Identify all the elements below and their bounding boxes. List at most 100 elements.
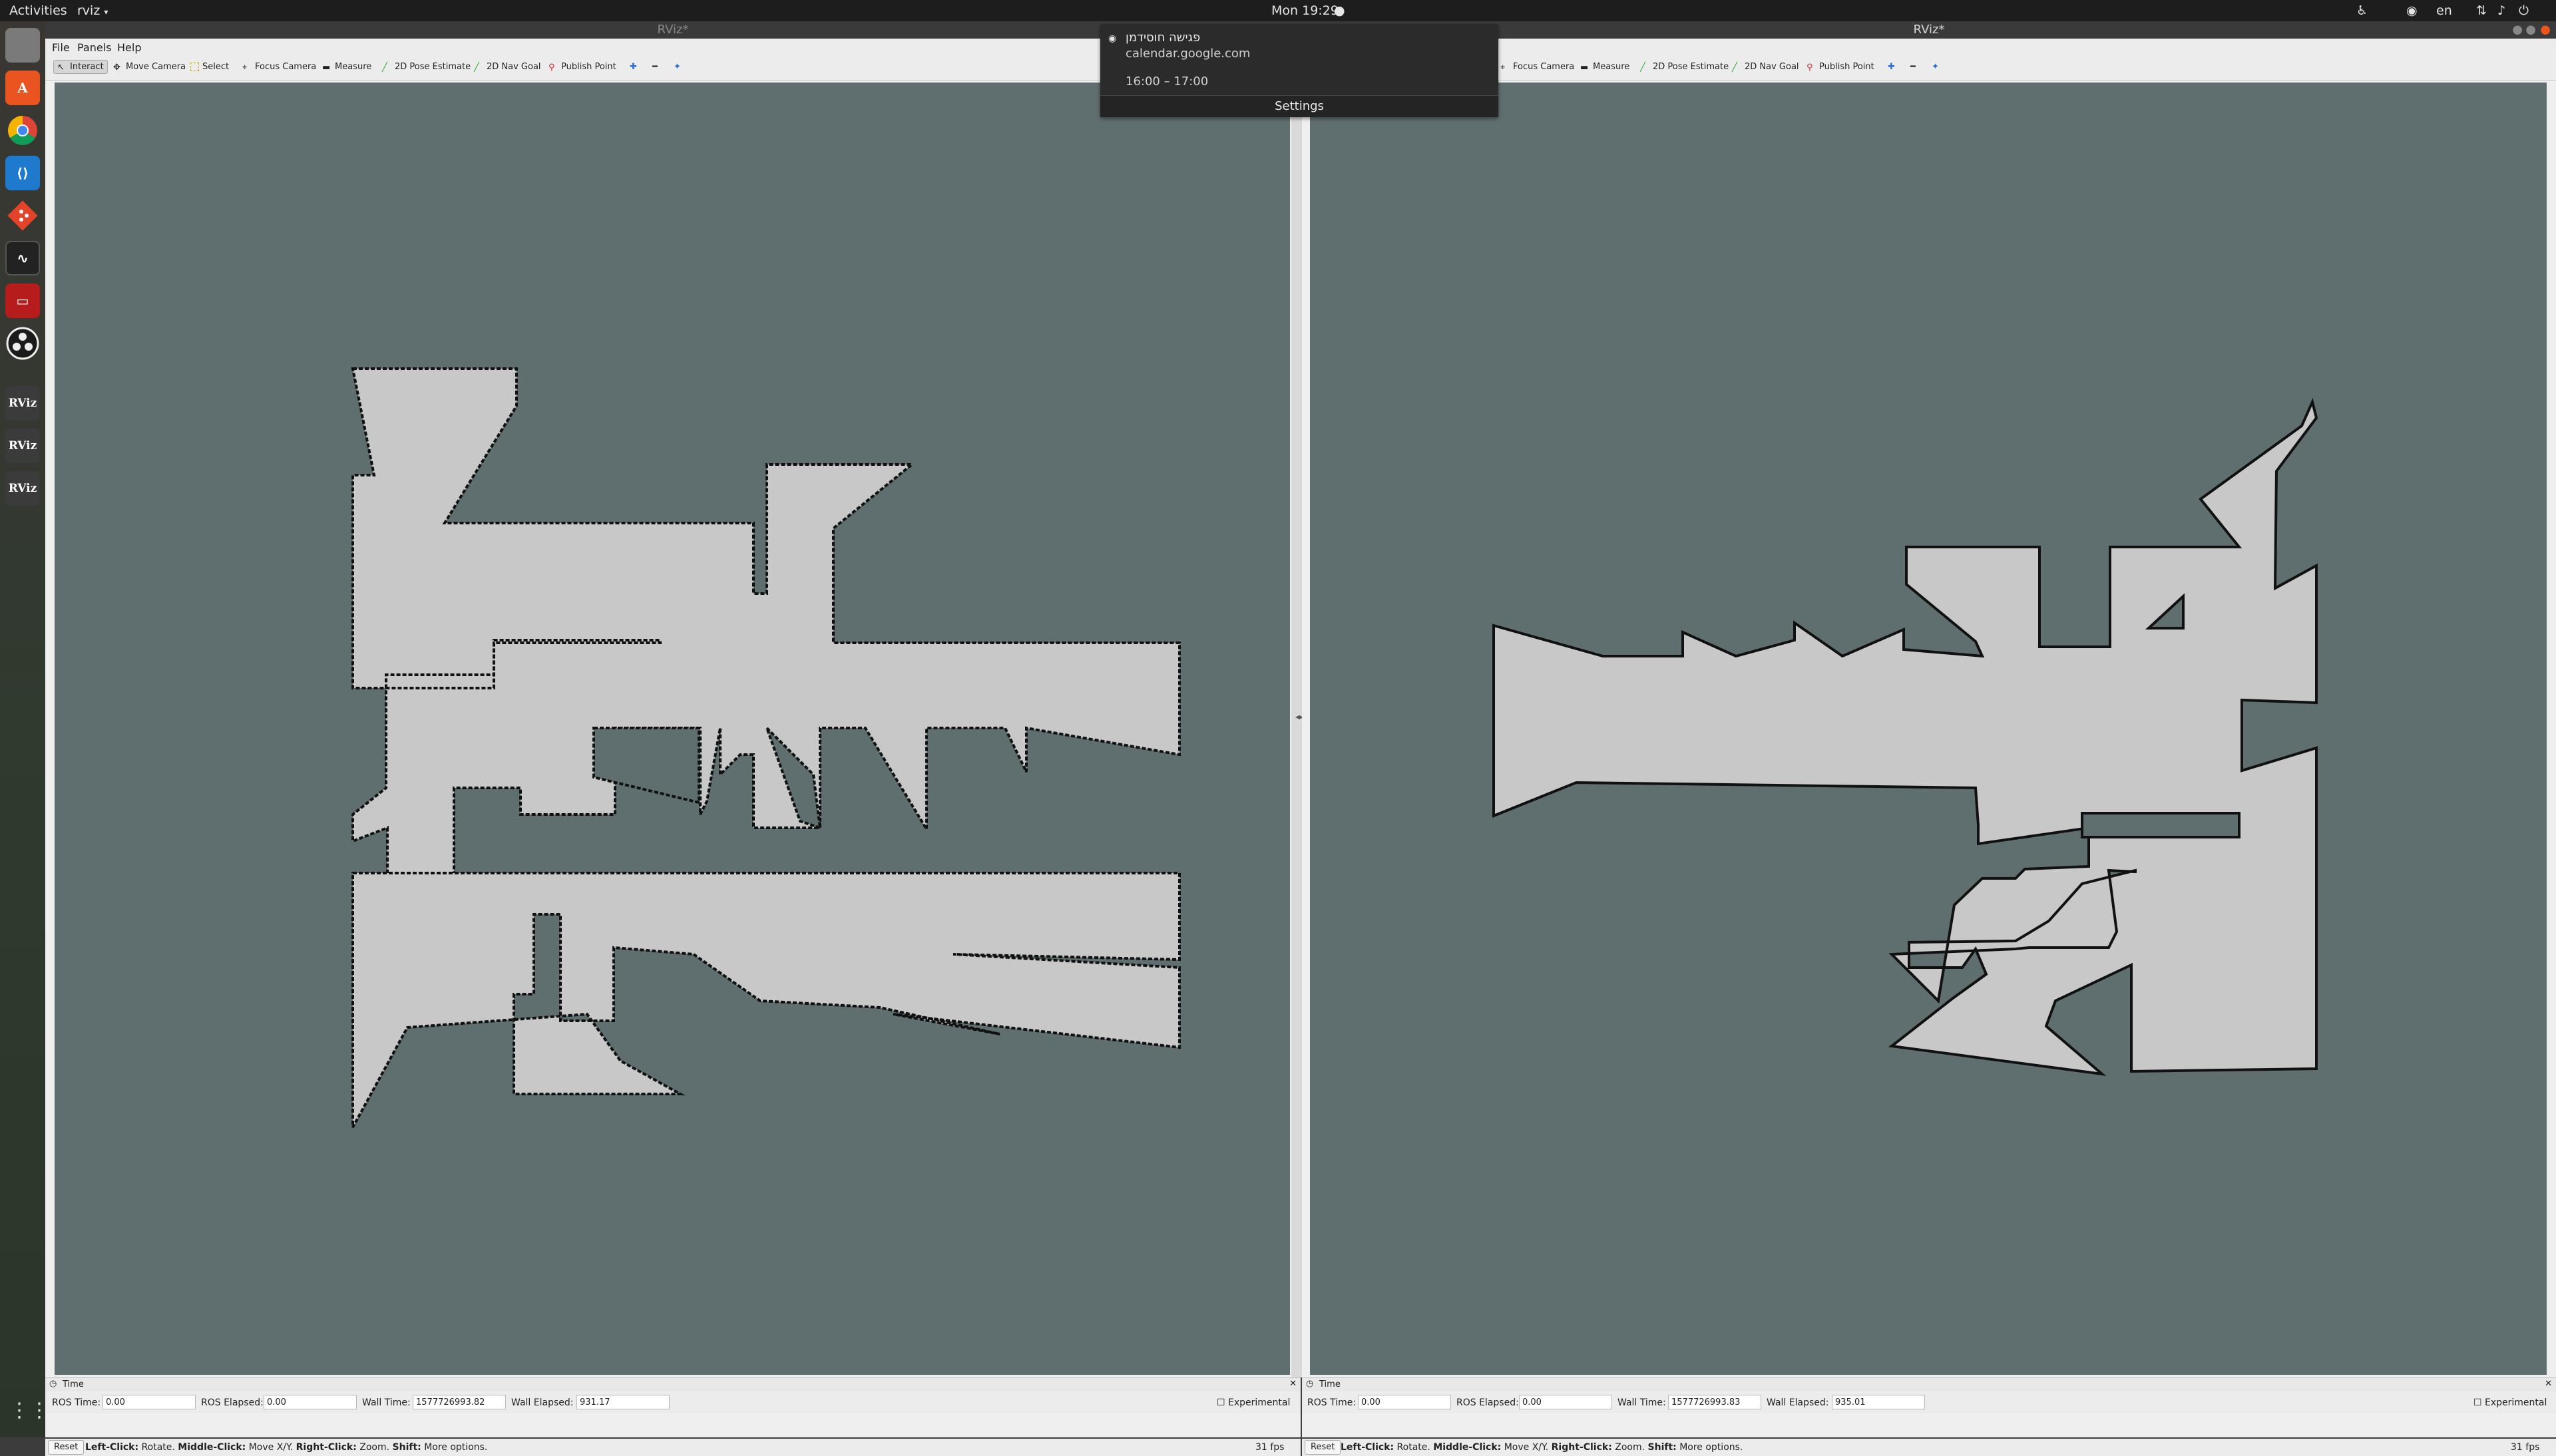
rviz-icon[interactable]: RViz [5,386,40,421]
wall-time-field[interactable]: 1577726993.83 [1668,1395,1761,1409]
tool-options-button[interactable]: ✦ [1932,62,1939,72]
experimental-checkbox[interactable]: ☐ Experimental [2473,1397,2547,1408]
obs-icon[interactable] [5,326,40,361]
ruler-icon: ▬ [322,62,331,73]
fps-counter: 31 fps [2511,1442,2540,1453]
software-center-icon[interactable]: A [5,71,40,105]
power-icon[interactable]: ⏻ [2519,3,2529,18]
focus-camera-tool-button[interactable]: ⌖ Focus Camera [1500,62,1574,73]
minimize-icon[interactable]: ● [2512,21,2523,39]
add-tool-button[interactable]: ✚ [1888,62,1895,72]
notification-dot-icon: ● [1334,3,1345,18]
time-status-row: ROS Time: 0.00 ROS Elapsed: 0.00 Wall Ti… [1302,1392,2556,1413]
interaction-hint: Left-Click: Rotate. Middle-Click: Move X… [1341,1442,1743,1453]
wall-elapsed-field[interactable]: 931.17 [576,1395,670,1409]
close-icon[interactable]: ✕ [2545,1379,2552,1389]
chrome-logo [8,116,37,145]
wall-elapsed-field[interactable]: 935.01 [1832,1395,1925,1409]
green-arrow-icon: ╱ [382,62,387,73]
terminal-red-icon[interactable]: ▭ [5,283,40,318]
git-logo [7,200,38,231]
pose-estimate-tool-button[interactable]: ╱ 2D Pose Estimate [1640,62,1729,73]
crosshair-icon: ⌖ [242,62,248,73]
clock[interactable]: Mon 19:29 [1271,3,1339,18]
menu-file[interactable]: File [52,41,70,54]
system-monitor-icon[interactable]: ∿ [5,241,40,275]
ros-time-field[interactable]: 0.00 [103,1395,196,1409]
gnome-top-bar: Activities rviz ▾ Mon 19:29 ● ♿ ◉ en ⇅ ♪… [0,0,2556,21]
render-view-right[interactable] [1310,83,2547,1375]
reset-button[interactable]: Reset [48,1440,85,1455]
dock: A ⟨⟩ ∿ ▭ RViz RViz RViz ⋮⋮ [0,21,49,1437]
publish-point-tool-button[interactable]: ⚲ Publish Point [1807,62,1874,73]
rviz-window-left: RViz* File Panels Help ↖ Interact ✥ Move C… [45,21,1301,1456]
files-icon[interactable] [5,28,40,63]
rviz-icon[interactable]: RViz [5,471,40,506]
nav-goal-tool-button[interactable]: ╱ 2D Nav Goal [474,62,541,73]
show-applications-icon[interactable]: ⋮⋮ [9,1399,49,1422]
reset-button[interactable]: Reset [1305,1440,1341,1455]
close-icon[interactable]: ● [2540,21,2551,39]
map-region [351,872,1181,1128]
ros-elapsed-field[interactable]: 0.00 [1519,1395,1612,1409]
wall-elapsed-label: Wall Elapsed: [511,1397,574,1408]
notification-settings-button[interactable]: Settings [1100,95,1498,117]
notification-source: calendar.google.com [1126,47,1251,61]
pose-estimate-tool-button[interactable]: ╱ 2D Pose Estimate [382,62,471,73]
publish-point-tool-button[interactable]: ⚲ Publish Point [548,62,616,73]
experimental-checkbox[interactable]: ☐ Experimental [1217,1397,1290,1408]
tool-options-icon: ✦ [1932,62,1939,72]
git-icon[interactable] [5,198,40,233]
obs-tray-icon[interactable]: ◉ [2406,3,2418,18]
activities-button[interactable]: Activities [9,3,67,18]
time-panel-title: Time [1319,1379,1341,1389]
ros-time-label: ROS Time: [1307,1397,1357,1408]
minus-icon: ━ [652,62,658,72]
vscode-icon[interactable]: ⟨⟩ [5,156,40,190]
cursor-icon: ↖ [57,62,65,73]
calendar-notification[interactable]: ◉ פגישה חוסידמן calendar.google.com 16:0… [1100,24,1498,117]
interact-tool-button[interactable]: ↖ Interact [53,60,108,74]
fps-counter: 31 fps [1255,1442,1285,1453]
maximize-icon[interactable]: ● [2525,21,2536,39]
occupancy-map-left [351,367,1181,1128]
chevron-down-icon: ▾ [104,7,108,17]
nav-goal-tool-button[interactable]: ╱ 2D Nav Goal [1732,62,1799,73]
measure-tool-button[interactable]: ▬ Measure [1580,62,1629,73]
time-status-row: ROS Time: 0.00 ROS Elapsed: 0.00 Wall Ti… [45,1392,1301,1413]
focus-camera-tool-button[interactable]: ⌖ Focus Camera [242,62,316,73]
time-panel-title: Time [63,1379,84,1389]
close-icon[interactable]: ✕ [1289,1379,1297,1389]
accessibility-icon[interactable]: ♿ [2356,3,2368,18]
time-panel-header: ◷ Time ✕ [45,1377,1301,1391]
remove-tool-button[interactable]: ━ [652,62,658,72]
ros-elapsed-field[interactable]: 0.00 [264,1395,357,1409]
move-camera-tool-button[interactable]: ✥ Move Camera [113,62,186,73]
ros-time-field[interactable]: 0.00 [1358,1395,1451,1409]
select-tool-button[interactable]: Select [190,62,229,72]
menu-panels[interactable]: Panels [77,41,112,54]
tool-options-icon: ✦ [674,62,681,72]
interaction-hint: Left-Click: Rotate. Middle-Click: Move X… [85,1442,488,1453]
time-panel-header: ◷ Time ✕ [1302,1377,2556,1391]
volume-icon[interactable]: ♪ [2497,3,2505,18]
remove-tool-button[interactable]: ━ [1910,62,1916,72]
map-pin-icon: ⚲ [1807,62,1813,73]
menu-help[interactable]: Help [117,41,141,54]
network-icon[interactable]: ⇅ [2476,3,2487,18]
crosshair-icon: ⌖ [1500,62,1506,73]
green-arrow-icon: ╱ [474,62,479,73]
language-indicator[interactable]: en [2436,3,2452,18]
occupancy-map-right [1492,397,2318,1076]
render-view-left[interactable] [55,83,1290,1375]
chrome-icon[interactable] [5,113,40,148]
app-menu[interactable]: rviz ▾ [77,3,108,18]
measure-tool-button[interactable]: ▬ Measure [322,62,371,73]
add-tool-button[interactable]: ✚ [630,62,637,72]
tool-options-button[interactable]: ✦ [674,62,681,72]
plus-icon: ✚ [1888,62,1895,72]
wall-time-field[interactable]: 1577726993.82 [413,1395,506,1409]
wall-time-label: Wall Time: [362,1397,411,1408]
app-menu-label: rviz [77,3,101,18]
rviz-icon[interactable]: RViz [5,429,40,463]
